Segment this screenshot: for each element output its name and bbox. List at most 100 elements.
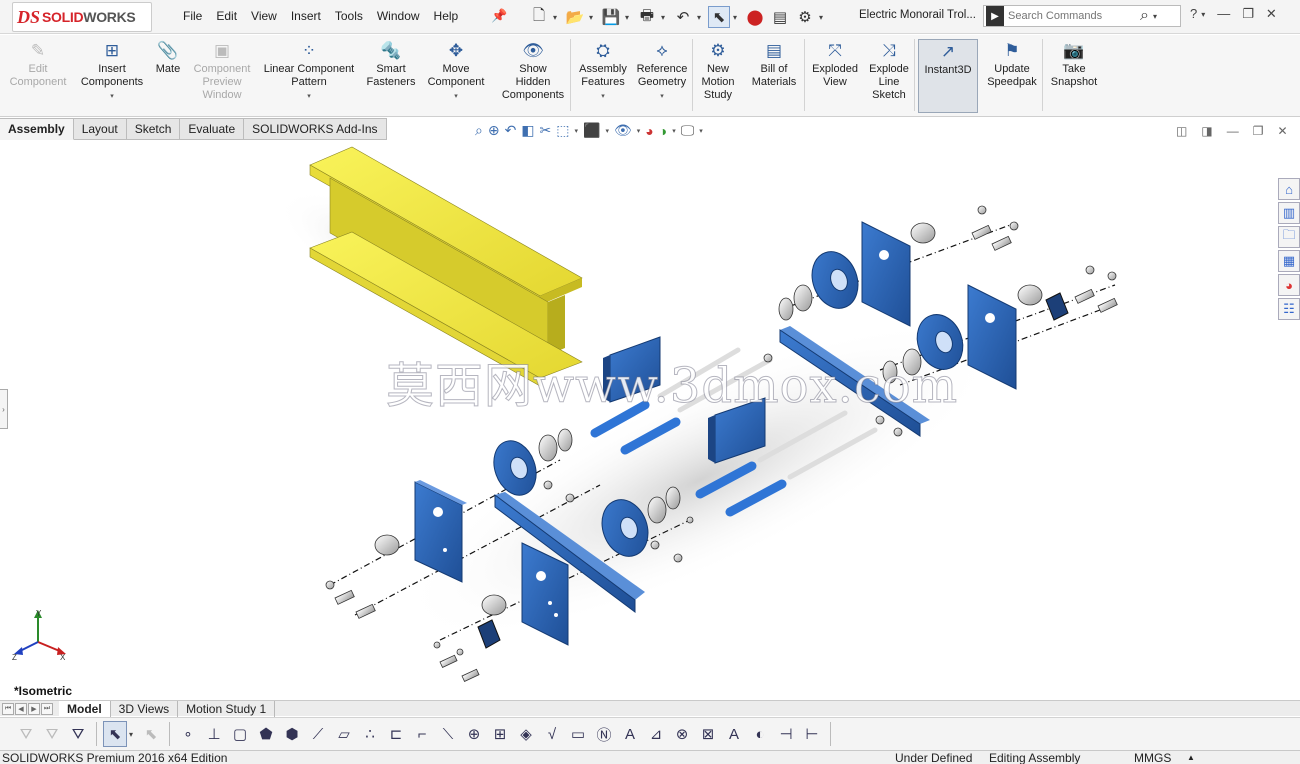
filter-cosmetic-welds-icon[interactable]: ◐ bbox=[748, 721, 772, 747]
custom-properties-icon[interactable]: ☷ bbox=[1278, 298, 1300, 320]
previous-view-icon[interactable]: ↶ bbox=[505, 122, 517, 139]
last-tab-icon[interactable]: ⏭ bbox=[41, 702, 53, 715]
cmd-dropdown-icon[interactable]: ▾ bbox=[307, 90, 311, 103]
filter-axes-icon[interactable]: ⟋ bbox=[306, 721, 330, 747]
pin-icon[interactable]: 📌 bbox=[491, 8, 507, 24]
view-orientation-icon[interactable]: ⬚ bbox=[556, 122, 569, 139]
file-explorer-icon[interactable]: 🗀 bbox=[1278, 226, 1300, 248]
hide-show-items-icon[interactable]: 👁 bbox=[614, 122, 632, 139]
dynamic-annotation-icon[interactable]: ✂ bbox=[540, 122, 552, 139]
zoom-to-area-icon[interactable]: ⊕ bbox=[488, 122, 500, 139]
cmd-component-preview[interactable]: ▣ Component Preview Window bbox=[188, 39, 256, 113]
menu-tools[interactable]: Tools bbox=[328, 9, 370, 23]
filter-weld-symbols-icon[interactable]: A bbox=[618, 721, 642, 747]
tab-layout[interactable]: Layout bbox=[73, 118, 127, 140]
viewport-minimize-icon[interactable]: — bbox=[1227, 124, 1239, 138]
filter-cosmetic-threads-icon[interactable]: ⊠ bbox=[696, 721, 720, 747]
filter-routing-points-icon[interactable]: ⊣ bbox=[774, 721, 798, 747]
side-plate-back-left[interactable] bbox=[861, 221, 911, 327]
filter-toggle-icon[interactable]: ⛛ bbox=[66, 721, 90, 747]
filter-center-marks-icon[interactable]: ⟍ bbox=[436, 721, 460, 747]
filter-edges-icon[interactable]: ⊥ bbox=[202, 721, 226, 747]
restore-icon[interactable]: ❐ bbox=[1242, 6, 1254, 22]
filter-dimensions-icon[interactable]: ⊞ bbox=[488, 721, 512, 747]
tab-sketch[interactable]: Sketch bbox=[126, 118, 181, 140]
section-view-icon[interactable]: ◧ bbox=[521, 122, 534, 139]
menu-file[interactable]: File bbox=[176, 9, 209, 23]
search-dropdown-icon[interactable]: ▾ bbox=[1153, 12, 1161, 21]
help-dropdown-icon[interactable]: ▾ bbox=[1201, 10, 1205, 22]
filter-midpoints-icon[interactable]: ⌐ bbox=[410, 721, 434, 747]
filter-sketch-segments-icon[interactable]: ⊏ bbox=[384, 721, 408, 747]
cmd-bom[interactable]: ▤ Bill of Materials bbox=[744, 39, 804, 113]
filter-faces-icon[interactable]: ▢ bbox=[228, 721, 252, 747]
filter-datum-features-icon[interactable]: ⊗ bbox=[670, 721, 694, 747]
cmd-snapshot[interactable]: 📷 Take Snapshot bbox=[1044, 39, 1104, 113]
tab-assembly[interactable]: Assembly bbox=[0, 118, 74, 140]
cmd-dropdown-icon[interactable]: ▾ bbox=[660, 90, 664, 103]
view-palette-icon[interactable]: ▦ bbox=[1278, 250, 1300, 272]
filter-balloons-icon[interactable]: Ⓝ bbox=[592, 721, 616, 747]
exploded-assembly-model[interactable] bbox=[0, 141, 1300, 700]
cmd-dropdown-icon[interactable]: ▾ bbox=[601, 90, 605, 103]
cmd-linear-pattern[interactable]: ⁘ Linear Component Pattern ▾ bbox=[256, 39, 362, 113]
filter-connection-points-icon[interactable]: ⊢ bbox=[800, 721, 824, 747]
options-gear-icon[interactable]: ⚙ bbox=[794, 6, 816, 28]
cmd-mate[interactable]: 📎 Mate bbox=[150, 39, 186, 113]
next-tab-icon[interactable]: ▶ bbox=[28, 702, 40, 715]
select-arrow-icon[interactable]: ⬉ bbox=[103, 721, 127, 747]
select-dropdown-icon[interactable]: ▾ bbox=[733, 13, 741, 22]
options-dropdown-icon[interactable]: ▾ bbox=[819, 13, 827, 22]
prev-tab-icon[interactable]: ◀ bbox=[15, 702, 27, 715]
open-dropdown-icon[interactable]: ▾ bbox=[589, 13, 597, 22]
cmd-show-hidden[interactable]: 👁 Show Hidden Components bbox=[494, 39, 572, 113]
status-units[interactable]: MMGS bbox=[1134, 751, 1171, 764]
tab-model[interactable]: Model bbox=[59, 700, 111, 717]
filter-blocks-icon[interactable]: A bbox=[722, 721, 746, 747]
cmd-move-component[interactable]: ✥ Move Component ▾ bbox=[420, 39, 492, 113]
viewport-tile-right-icon[interactable]: ◨ bbox=[1201, 124, 1212, 138]
search-icon[interactable]: ⌕ bbox=[1140, 7, 1149, 25]
filter-solid-bodies-icon[interactable]: ⬢ bbox=[280, 721, 304, 747]
filter-surface-bodies-icon[interactable]: ⬟ bbox=[254, 721, 278, 747]
cmd-explode-line[interactable]: ⤨ Explode Line Sketch bbox=[864, 39, 914, 113]
select-arrow-dropdown-icon[interactable]: ▾ bbox=[129, 730, 137, 739]
filter-vertices-icon[interactable]: ∘ bbox=[176, 721, 200, 747]
rebuild-icon[interactable]: ⬤ bbox=[744, 6, 766, 28]
solidworks-resources-home-icon[interactable]: ⌂ bbox=[1278, 178, 1300, 200]
search-commands-box[interactable]: ▶ ⌕ ▾ bbox=[983, 5, 1181, 27]
cmd-speedpak[interactable]: ⚑ Update Speedpak bbox=[980, 39, 1044, 113]
tab-solidworks-add-ins[interactable]: SOLIDWORKS Add-Ins bbox=[244, 118, 387, 140]
menu-edit[interactable]: Edit bbox=[209, 9, 244, 23]
save-icon[interactable]: 💾 bbox=[600, 6, 622, 28]
graphics-area[interactable]: 莫西网www.3dmox.com Y X Z *Isometric ⌂ ▥ 🗀 … bbox=[0, 141, 1300, 700]
filter-icon[interactable]: ⛛ bbox=[14, 721, 38, 747]
cmd-assembly-features[interactable]: ⛭ Assembly Features ▾ bbox=[574, 39, 632, 113]
cmd-insert-components[interactable]: ⊞ Insert Components ▾ bbox=[76, 39, 148, 113]
cmd-instant3d[interactable]: ↗ Instant3D bbox=[918, 39, 978, 113]
view-orientation-dropdown-icon[interactable]: ▾ bbox=[575, 127, 579, 135]
menu-insert[interactable]: Insert bbox=[284, 9, 328, 23]
filter-clear-icon[interactable]: ⛛ bbox=[40, 721, 64, 747]
filter-planes-icon[interactable]: ▱ bbox=[332, 721, 356, 747]
search-input[interactable] bbox=[1008, 10, 1140, 22]
open-file-icon[interactable]: 📂 bbox=[564, 6, 586, 28]
print-dropdown-icon[interactable]: ▾ bbox=[661, 13, 669, 22]
menu-help[interactable]: Help bbox=[427, 9, 466, 23]
save-dropdown-icon[interactable]: ▾ bbox=[625, 13, 633, 22]
filter-notes-icon[interactable]: ▭ bbox=[566, 721, 590, 747]
view-settings-icon[interactable]: 🖵 bbox=[681, 122, 695, 139]
filter-sketch-points-icon[interactable]: ∴ bbox=[358, 721, 382, 747]
status-units-arrow-icon[interactable]: ▲ bbox=[1187, 751, 1195, 764]
apply-scene-icon[interactable]: ◑ bbox=[659, 123, 667, 139]
filter-surface-finish-icon[interactable]: ◈ bbox=[514, 721, 538, 747]
filter-centerline-icon[interactable]: ⊕ bbox=[462, 721, 486, 747]
cmd-dropdown-icon[interactable]: ▾ bbox=[110, 90, 114, 103]
hide-show-dropdown-icon[interactable]: ▾ bbox=[637, 127, 641, 135]
scene-dropdown-icon[interactable]: ▾ bbox=[672, 127, 676, 135]
view-settings-dropdown-icon[interactable]: ▾ bbox=[699, 127, 703, 135]
zoom-to-fit-icon[interactable]: ⌕ bbox=[475, 122, 483, 139]
tab-evaluate[interactable]: Evaluate bbox=[180, 118, 245, 140]
close-icon[interactable]: ✕ bbox=[1266, 6, 1277, 22]
viewport-restore-icon[interactable]: ❐ bbox=[1253, 124, 1264, 138]
